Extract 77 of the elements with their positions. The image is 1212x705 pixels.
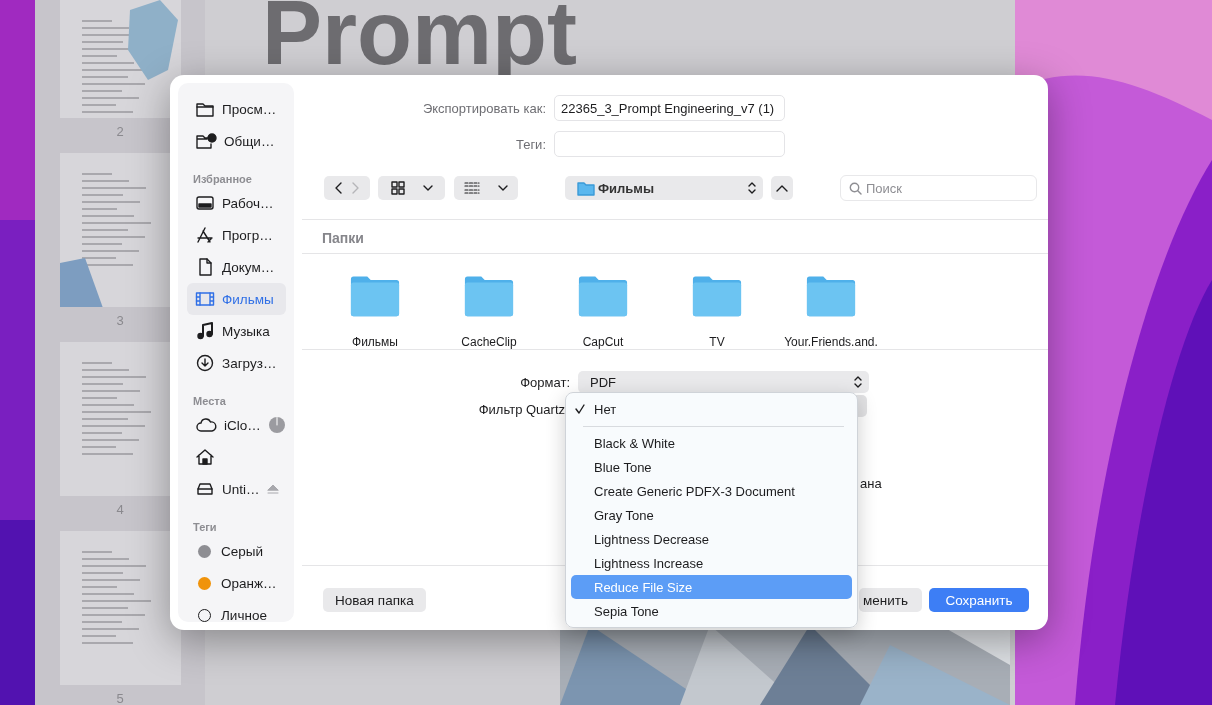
up-down-chevron-icon: [853, 375, 863, 389]
file-name-field[interactable]: 22365_3_Prompt Engineering_v7 (1): [554, 95, 785, 121]
sidebar-item[interactable]: iClo…: [187, 409, 286, 441]
film-icon: [195, 290, 215, 308]
sidebar-item[interactable]: Оранж…: [187, 567, 286, 599]
menu-item[interactable]: Create Generic PDFX-3 Document: [571, 479, 852, 503]
folder-name: TV: [709, 335, 725, 349]
page-thumbnail-drawing[interactable]: [59, 531, 181, 685]
sidebar-item[interactable]: Серый: [187, 535, 286, 567]
sidebar-item[interactable]: Общи…: [187, 125, 286, 157]
folder-icon: [577, 180, 595, 196]
chevron-up-icon: [776, 184, 788, 192]
page-number: 4: [116, 502, 124, 517]
grid-icon: [390, 181, 405, 195]
sidebar-item[interactable]: Загруз…: [187, 347, 286, 379]
page-number: 5: [116, 691, 124, 705]
sidebar-item[interactable]: Рабоч…: [187, 187, 286, 219]
view-mode-button[interactable]: [378, 176, 445, 200]
app-store-icon: [195, 226, 215, 244]
format-popup[interactable]: PDF: [578, 371, 869, 393]
home-icon: [195, 448, 215, 466]
field-label: Фильтр Quartz: [477, 401, 565, 417]
up-down-chevron-icon: [747, 181, 757, 195]
chevron-right-icon: [351, 182, 359, 194]
progress-pie-icon: [267, 416, 286, 434]
chevron-down-icon: [498, 184, 508, 192]
sidebar-heading: Теги: [192, 520, 218, 535]
document-title: Prompt: [262, 0, 577, 78]
page-thumbnail-drawing[interactable]: [59, 0, 181, 118]
chevron-left-icon: [335, 182, 343, 194]
tags-field[interactable]: [554, 131, 785, 157]
chevron-down-icon: [422, 184, 433, 192]
desktop-icon: [195, 194, 215, 212]
up-button[interactable]: [771, 176, 793, 200]
field-label: Формат:: [519, 374, 571, 390]
download-icon: [195, 354, 215, 372]
menu-item[interactable]: Lightness Decrease: [571, 527, 852, 551]
shared-folder-icon: [195, 132, 217, 150]
back-forward-control[interactable]: [324, 176, 370, 200]
search-icon: [849, 181, 862, 195]
folder-name: Your.Friends.and.: [784, 335, 878, 349]
menu-item[interactable]: Lightness Increase: [571, 551, 852, 575]
gallery-icon: [464, 181, 480, 195]
menu-item[interactable]: Gray Tone: [571, 503, 852, 527]
menu-item[interactable]: Sepia Tone: [571, 599, 852, 623]
sidebar-heading: Избранное: [192, 172, 253, 187]
sidebar-item[interactable]: Фильмы: [187, 283, 286, 315]
music-note-icon: [195, 322, 215, 340]
folder-name: Фильмы: [352, 335, 398, 349]
location-popup[interactable]: Фильмы: [565, 176, 763, 200]
group-button[interactable]: [454, 176, 518, 200]
checkmark-icon: [575, 403, 585, 414]
folder-name: CapCut: [582, 335, 624, 349]
sidebar-item[interactable]: Прогр…: [187, 219, 286, 251]
folder-name: CacheClip: [461, 335, 517, 349]
sidebar-item[interactable]: Unti…: [187, 473, 286, 505]
field-label: Экспортировать как:: [421, 100, 547, 116]
sidebar-item[interactable]: Докум…: [187, 251, 286, 283]
sidebar-item[interactable]: Личное: [187, 599, 286, 622]
new-folder-button[interactable]: Новая папка: [323, 588, 426, 612]
cancel-button[interactable]: менить: [859, 588, 922, 612]
section-title: Папки: [321, 229, 365, 248]
field-label: Теги:: [514, 136, 547, 152]
save-button[interactable]: Сохранить: [929, 588, 1029, 612]
option-label: ана: [860, 476, 882, 491]
sidebar-item[interactable]: Просм…: [187, 93, 286, 125]
menu-item[interactable]: Нет: [571, 397, 852, 421]
folder-icon: [195, 100, 215, 118]
page-number: 3: [116, 313, 124, 328]
eject-icon: [266, 484, 279, 494]
sidebar-heading: Места: [192, 394, 227, 409]
page-number: 2: [116, 124, 124, 139]
drive-icon: [195, 480, 215, 498]
menu-item[interactable]: Blue Tone: [571, 455, 852, 479]
sidebar-item[interactable]: Музыка: [187, 315, 286, 347]
menu-item[interactable]: Black & White: [571, 431, 852, 455]
cloud-icon: [195, 416, 217, 434]
